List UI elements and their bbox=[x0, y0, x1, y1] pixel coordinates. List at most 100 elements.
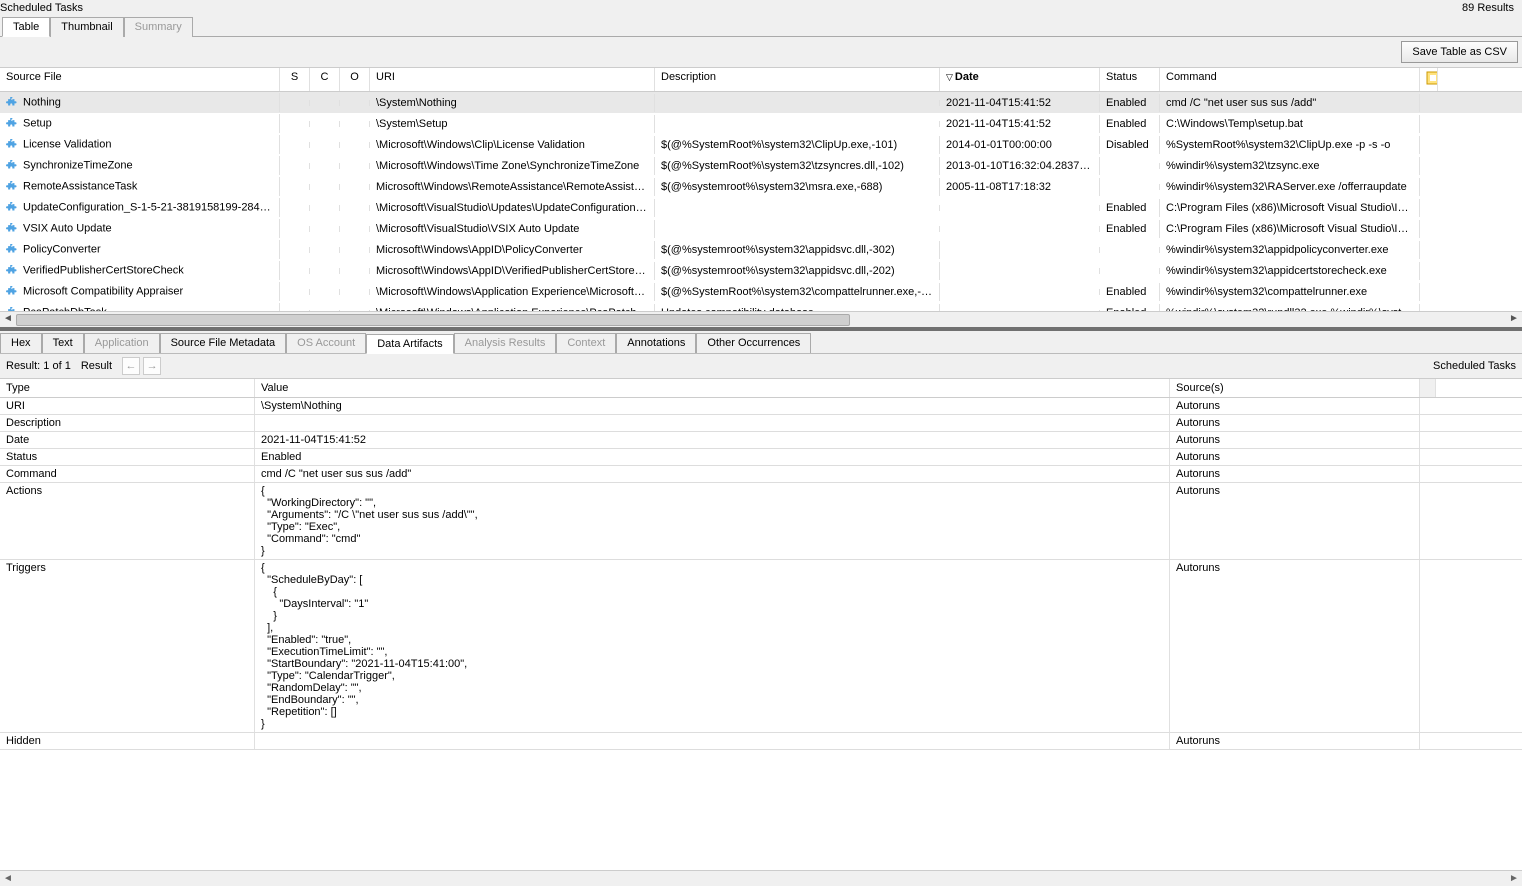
col-o[interactable]: O bbox=[340, 68, 370, 91]
save-csv-button[interactable]: Save Table as CSV bbox=[1401, 41, 1518, 63]
bottom-scroll-right[interactable]: ► bbox=[1506, 873, 1522, 884]
detail-source: Autoruns bbox=[1170, 449, 1420, 465]
table-row[interactable]: SynchronizeTimeZone\Microsoft\Windows\Ti… bbox=[0, 155, 1522, 176]
detail-type: Hidden bbox=[0, 733, 255, 749]
col-date[interactable]: ▽Date bbox=[940, 68, 1100, 91]
tab-os-account: OS Account bbox=[286, 333, 366, 353]
table-row[interactable]: Microsoft Compatibility Appraiser\Micros… bbox=[0, 281, 1522, 302]
col-uri[interactable]: URI bbox=[370, 68, 655, 91]
detail-value bbox=[255, 733, 1170, 749]
detail-type: Status bbox=[0, 449, 255, 465]
result-type-label: Scheduled Tasks bbox=[1433, 360, 1516, 372]
cell-sourcefile: RemoteAssistanceTask bbox=[0, 177, 280, 196]
tab-annotations[interactable]: Annotations bbox=[616, 333, 696, 353]
dcol-type[interactable]: Type bbox=[0, 379, 255, 397]
detail-row[interactable]: Commandcmd /C "net user sus sus /add"Aut… bbox=[0, 466, 1522, 483]
cell-date bbox=[940, 268, 1100, 274]
bottom-scroll-left[interactable]: ◄ bbox=[0, 873, 16, 884]
table-row[interactable]: Nothing\System\Nothing2021-11-04T15:41:5… bbox=[0, 92, 1522, 113]
col-status[interactable]: Status bbox=[1100, 68, 1160, 91]
tab-thumbnail[interactable]: Thumbnail bbox=[50, 17, 123, 37]
cell-command: %windir%\system32\tzsync.exe bbox=[1160, 157, 1420, 175]
detail-row[interactable]: StatusEnabledAutoruns bbox=[0, 449, 1522, 466]
horizontal-scrollbar[interactable]: ◄ ► bbox=[0, 311, 1522, 327]
detail-type: Triggers bbox=[0, 560, 255, 732]
table-row[interactable]: Setup\System\Setup2021-11-04T15:41:52Ena… bbox=[0, 113, 1522, 134]
detail-row[interactable]: Triggers{ "ScheduleByDay": [ { "DaysInte… bbox=[0, 560, 1522, 733]
col-c[interactable]: C bbox=[310, 68, 340, 91]
tab-data-artifacts[interactable]: Data Artifacts bbox=[366, 334, 453, 354]
table-row[interactable]: PolicyConverterMicrosoft\Windows\AppID\P… bbox=[0, 239, 1522, 260]
table-body[interactable]: Nothing\System\Nothing2021-11-04T15:41:5… bbox=[0, 92, 1522, 311]
tab-source-file-metadata[interactable]: Source File Metadata bbox=[160, 333, 287, 353]
col-command[interactable]: Command bbox=[1160, 68, 1420, 91]
task-icon bbox=[6, 159, 19, 172]
cell-status: Disabled bbox=[1100, 136, 1160, 154]
cell-uri: \Microsoft\Windows\Application Experienc… bbox=[370, 304, 655, 312]
prev-result-button[interactable]: ← bbox=[122, 357, 140, 375]
detail-row[interactable]: Date2021-11-04T15:41:52Autoruns bbox=[0, 432, 1522, 449]
col-settings-icon[interactable] bbox=[1420, 68, 1438, 91]
table-row[interactable]: License Validation\Microsoft\Windows\Cli… bbox=[0, 134, 1522, 155]
cell-command: %windir%\system32\appidpolicyconverter.e… bbox=[1160, 241, 1420, 259]
tasks-table: Source File S C O URI Description ▽Date … bbox=[0, 67, 1522, 327]
bottom-horizontal-scrollbar[interactable]: ◄ ► bbox=[0, 870, 1522, 886]
cell-command: C:\Program Files (x86)\Microsoft Visual … bbox=[1160, 220, 1420, 238]
table-row[interactable]: VSIX Auto Update\Microsoft\VisualStudio\… bbox=[0, 218, 1522, 239]
cell-uri: Microsoft\Windows\RemoteAssistance\Remot… bbox=[370, 178, 655, 196]
dcol-value[interactable]: Value bbox=[255, 379, 1170, 397]
cell-status bbox=[1100, 163, 1160, 169]
task-icon bbox=[6, 285, 19, 298]
cell-command: C:\Windows\Temp\setup.bat bbox=[1160, 115, 1420, 133]
detail-value: 2021-11-04T15:41:52 bbox=[255, 432, 1170, 448]
detail-row[interactable]: Actions{ "WorkingDirectory": "", "Argume… bbox=[0, 483, 1522, 560]
table-row[interactable]: UpdateConfiguration_S-1-5-21-3819158199-… bbox=[0, 197, 1522, 218]
page-title: Scheduled Tasks bbox=[0, 2, 83, 14]
table-row[interactable]: VerifiedPublisherCertStoreCheck Microsoft… bbox=[0, 260, 1522, 281]
detail-value: Enabled bbox=[255, 449, 1170, 465]
scroll-left-arrow[interactable]: ◄ bbox=[0, 312, 16, 328]
detail-body[interactable]: URI\System\NothingAutorunsDescriptionAut… bbox=[0, 398, 1522, 870]
scrollbar-thumb[interactable] bbox=[16, 314, 850, 326]
tab-hex[interactable]: Hex bbox=[0, 333, 42, 353]
cell-date: 2013-01-10T16:32:04.2837388 bbox=[940, 157, 1100, 175]
detail-type: Description bbox=[0, 415, 255, 431]
table-row[interactable]: RemoteAssistanceTask Microsoft\Windows\Re… bbox=[0, 176, 1522, 197]
next-result-button[interactable]: → bbox=[143, 357, 161, 375]
table-header: Source File S C O URI Description ▽Date … bbox=[0, 67, 1522, 92]
cell-date bbox=[940, 226, 1100, 232]
detail-type: Actions bbox=[0, 483, 255, 559]
detail-header: Type Value Source(s) bbox=[0, 379, 1522, 398]
tab-context: Context bbox=[556, 333, 616, 353]
cell-command: %windir%\system32\rundll32.exe %windir%\… bbox=[1160, 304, 1420, 312]
cell-uri: Microsoft\Windows\AppID\VerifiedPublishe… bbox=[370, 262, 655, 280]
detail-value bbox=[255, 415, 1170, 431]
detail-source: Autoruns bbox=[1170, 560, 1420, 732]
detail-row[interactable]: HiddenAutoruns bbox=[0, 733, 1522, 750]
cell-sourcefile: VerifiedPublisherCertStoreCheck bbox=[0, 261, 280, 280]
cell-desc: $(@%systemroot%\system32\appidsvc.dll,-3… bbox=[655, 241, 940, 259]
tab-text[interactable]: Text bbox=[42, 333, 84, 353]
col-sourcefile[interactable]: Source File bbox=[0, 68, 280, 91]
cell-sourcefile: UpdateConfiguration_S-1-5-21-3819158199-… bbox=[0, 198, 280, 217]
cell-status: Enabled bbox=[1100, 220, 1160, 238]
table-row[interactable]: PcaPatchDbTask\Microsoft\Windows\Applica… bbox=[0, 302, 1522, 311]
cell-status: Enabled bbox=[1100, 115, 1160, 133]
tab-table[interactable]: Table bbox=[2, 17, 50, 37]
dcol-source[interactable]: Source(s) bbox=[1170, 379, 1420, 397]
detail-source: Autoruns bbox=[1170, 466, 1420, 482]
view-tabs: TableThumbnailSummary bbox=[0, 16, 1522, 37]
cell-status bbox=[1100, 247, 1160, 253]
cell-status: Enabled bbox=[1100, 199, 1160, 217]
scroll-right-arrow[interactable]: ► bbox=[1506, 312, 1522, 328]
detail-row[interactable]: DescriptionAutoruns bbox=[0, 415, 1522, 432]
results-count: 89 Results bbox=[1462, 2, 1518, 14]
cell-sourcefile: Setup bbox=[0, 114, 280, 133]
col-s[interactable]: S bbox=[280, 68, 310, 91]
col-description[interactable]: Description bbox=[655, 68, 940, 91]
cell-date: 2005-11-08T17:18:32 bbox=[940, 178, 1100, 196]
tab-other-occurrences[interactable]: Other Occurrences bbox=[696, 333, 811, 353]
detail-row[interactable]: URI\System\NothingAutoruns bbox=[0, 398, 1522, 415]
cell-uri: \Microsoft\Windows\Clip\License Validati… bbox=[370, 136, 655, 154]
detail-type: Command bbox=[0, 466, 255, 482]
